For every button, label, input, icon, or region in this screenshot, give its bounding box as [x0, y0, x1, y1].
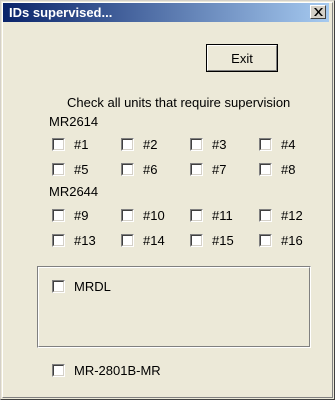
checkbox-label: #10	[143, 207, 165, 223]
checkbox-label: #11	[212, 207, 233, 223]
unit-checkbox-12[interactable]: #12	[259, 207, 303, 223]
close-icon	[314, 8, 323, 16]
unit-checkbox-6[interactable]: #6	[121, 161, 157, 177]
checkbox-box[interactable]	[121, 208, 134, 222]
unit-checkbox-16[interactable]: #16	[259, 232, 303, 248]
checkbox-box[interactable]	[121, 233, 134, 247]
checkbox-label: #1	[74, 136, 89, 152]
checkbox-box[interactable]	[52, 162, 65, 176]
unit-checkbox-5[interactable]: #5	[52, 161, 88, 177]
mr2801b-checkbox[interactable]: MR-2801B-MR	[52, 362, 161, 378]
checkbox-label: #14	[143, 232, 165, 248]
checkbox-label: #8	[281, 161, 296, 177]
checkbox-box[interactable]	[190, 137, 203, 151]
unit-checkbox-10[interactable]: #10	[121, 207, 165, 223]
unit-checkbox-11[interactable]: #11	[190, 207, 233, 223]
unit-checkbox-15[interactable]: #15	[190, 232, 234, 248]
checkbox-label: #15	[212, 232, 234, 248]
unit-checkbox-8[interactable]: #8	[259, 161, 295, 177]
checkbox-box[interactable]	[190, 208, 203, 222]
mrdl-checkbox[interactable]: MRDL	[52, 278, 111, 294]
checkbox-box[interactable]	[190, 233, 203, 247]
checkbox-label: MR-2801B-MR	[74, 362, 161, 378]
unit-checkbox-2[interactable]: #2	[121, 136, 157, 152]
checkbox-label: #7	[212, 161, 227, 177]
unit-checkbox-14[interactable]: #14	[121, 232, 165, 248]
dialog-window: IDs supervised... Exit Check all units t…	[0, 0, 335, 400]
instructions-text: Check all units that require supervision	[67, 95, 291, 110]
checkbox-label: #2	[143, 136, 158, 152]
checkbox-box[interactable]	[259, 137, 272, 151]
checkbox-label: MRDL	[74, 278, 111, 294]
unit-checkbox-13[interactable]: #13	[52, 232, 96, 248]
title-bar[interactable]: IDs supervised...	[3, 3, 329, 22]
checkbox-label: #9	[74, 207, 89, 223]
group-label-mr2614: MR2614	[49, 114, 99, 129]
checkbox-box[interactable]	[52, 208, 65, 222]
checkbox-box[interactable]	[52, 363, 65, 377]
unit-checkbox-9[interactable]: #9	[52, 207, 88, 223]
close-button[interactable]	[310, 5, 326, 19]
checkbox-box[interactable]	[259, 233, 272, 247]
checkbox-box[interactable]	[121, 162, 134, 176]
unit-checkbox-4[interactable]: #4	[259, 136, 295, 152]
checkbox-label: #4	[281, 136, 296, 152]
window-title: IDs supervised...	[9, 5, 113, 20]
exit-button-label: Exit	[207, 45, 277, 71]
checkbox-box[interactable]	[52, 279, 65, 293]
checkbox-box[interactable]	[259, 208, 272, 222]
checkbox-label: #13	[74, 232, 96, 248]
checkbox-box[interactable]	[52, 233, 65, 247]
unit-checkbox-1[interactable]: #1	[52, 136, 88, 152]
unit-checkbox-7[interactable]: #7	[190, 161, 226, 177]
checkbox-label: #5	[74, 161, 89, 177]
checkbox-box[interactable]	[121, 137, 134, 151]
group-label-mr2644: MR2644	[49, 184, 99, 199]
checkbox-box[interactable]	[259, 162, 272, 176]
checkbox-label: #6	[143, 161, 158, 177]
checkbox-label: #3	[212, 136, 227, 152]
checkbox-label: #12	[281, 207, 303, 223]
checkbox-label: #16	[281, 232, 303, 248]
unit-checkbox-3[interactable]: #3	[190, 136, 226, 152]
exit-button[interactable]: Exit	[206, 44, 278, 72]
checkbox-box[interactable]	[52, 137, 65, 151]
checkbox-box[interactable]	[190, 162, 203, 176]
